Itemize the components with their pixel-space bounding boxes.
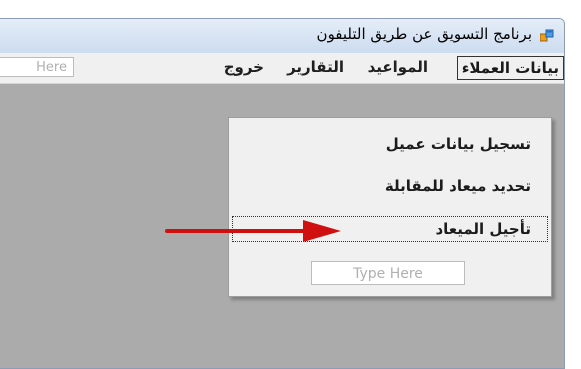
app-form-icon: [540, 29, 554, 42]
menu-item-register-customer[interactable]: تسجيل بيانات عميل: [386, 132, 531, 156]
menu-appointments[interactable]: المواعيد: [364, 56, 432, 78]
dropdown-type-here-field[interactable]: Type Here: [311, 261, 465, 285]
menu-bar: بيانات العملاء المواعيد التقارير خروج He…: [0, 53, 564, 84]
menu-type-here-field[interactable]: Here: [0, 57, 74, 77]
menu-customers-data[interactable]: بيانات العملاء: [456, 56, 564, 80]
red-arrow-icon: [165, 220, 341, 242]
menu-item-set-appointment[interactable]: تحديد ميعاد للمقابلة: [385, 174, 531, 198]
menu-reports[interactable]: التقارير: [283, 56, 348, 78]
window-title: برنامج التسويق عن طريق التليفون: [316, 25, 532, 43]
customers-dropdown-menu: تسجيل بيانات عميل تحديد ميعاد للمقابلة ت…: [228, 117, 552, 297]
menu-exit[interactable]: خروج: [220, 56, 268, 78]
title-bar[interactable]: برنامج التسويق عن طريق التليفون: [0, 19, 564, 53]
